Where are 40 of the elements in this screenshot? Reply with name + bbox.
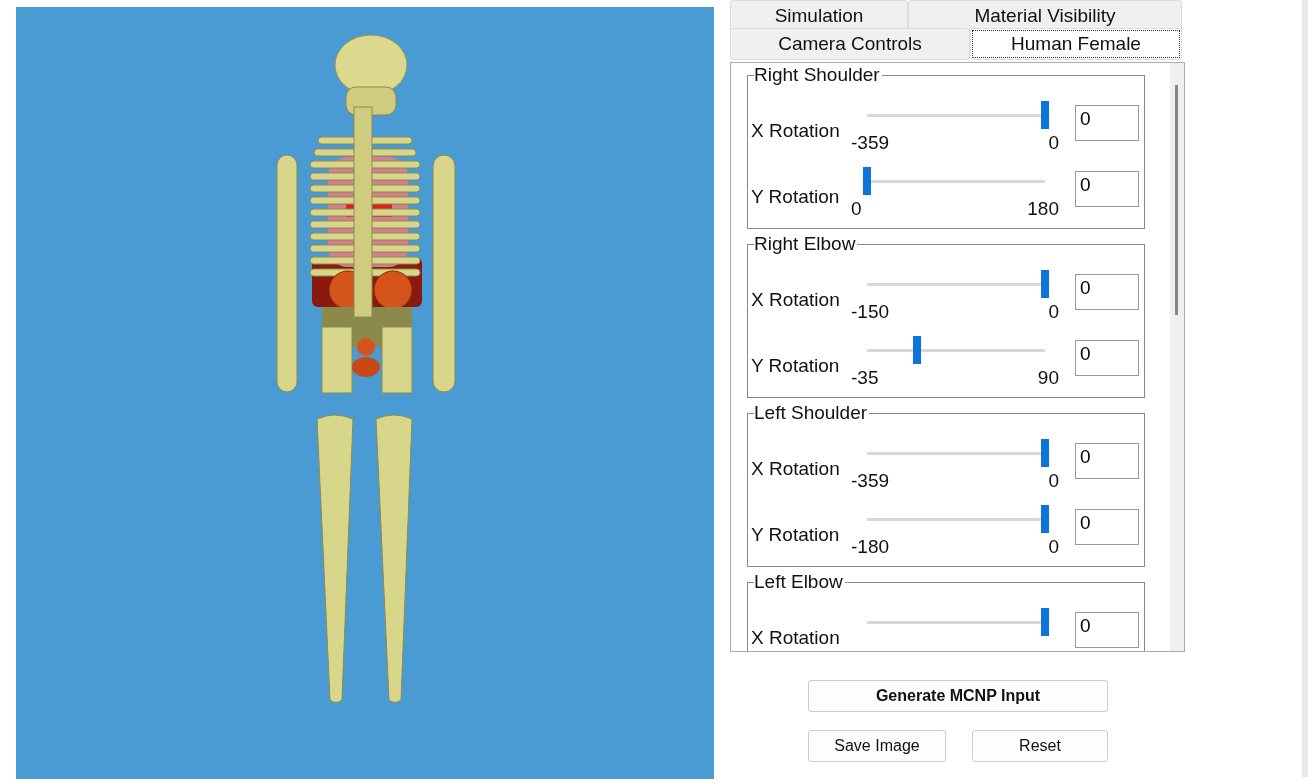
slider-label: Y Rotation	[751, 355, 841, 377]
slider-thumb[interactable]	[912, 336, 921, 364]
slider-min-label: -150	[851, 301, 890, 323]
slider-min-label: -35	[851, 367, 879, 389]
slider-thumb[interactable]	[1041, 270, 1049, 298]
value-field[interactable]: 0	[1075, 274, 1139, 310]
value-field[interactable]: 0	[1075, 509, 1139, 545]
slider-min-label: 0	[851, 198, 862, 220]
slider-min-label: -359	[851, 132, 890, 154]
tab[interactable]: Human Female	[970, 28, 1182, 60]
value-field[interactable]: 0	[1075, 443, 1139, 479]
slider-label: Y Rotation	[751, 524, 841, 546]
slider-max-label: 0	[1048, 470, 1059, 492]
slider-max-label: 0	[1048, 301, 1059, 323]
scrollbar[interactable]	[1170, 63, 1184, 651]
value-field[interactable]: 0	[1075, 171, 1139, 207]
slider-label: X Rotation	[751, 458, 841, 480]
slider-min-label: -359	[851, 470, 890, 492]
value-field[interactable]: 0	[1075, 612, 1139, 648]
slider-thumb[interactable]	[863, 167, 871, 195]
slider-thumb[interactable]	[1041, 505, 1049, 533]
value-field[interactable]: 0	[1075, 340, 1139, 376]
slider-label: Y Rotation	[751, 186, 841, 208]
slider-min-label: -180	[851, 536, 890, 558]
slider-max-label: 180	[1027, 198, 1059, 220]
slider-max-label: 0	[1048, 132, 1059, 154]
slider-label: X Rotation	[751, 627, 841, 649]
slider-thumb[interactable]	[1041, 439, 1049, 467]
slider-max-label: 0	[1048, 536, 1059, 558]
action-button[interactable]: Save Image	[808, 730, 946, 762]
slider-label: X Rotation	[751, 120, 841, 142]
slider-thumb[interactable]	[1041, 101, 1049, 129]
slider-max-label: 90	[1037, 367, 1059, 389]
slider-thumb[interactable]	[1041, 608, 1049, 636]
generate-button[interactable]: Generate MCNP Input	[808, 680, 1108, 712]
tab[interactable]: Camera Controls	[730, 28, 970, 60]
scrollbar-thumb[interactable]	[1175, 85, 1178, 315]
slider-label: X Rotation	[751, 289, 841, 311]
action-button[interactable]: Reset	[972, 730, 1108, 762]
value-field[interactable]: 0	[1075, 105, 1139, 141]
